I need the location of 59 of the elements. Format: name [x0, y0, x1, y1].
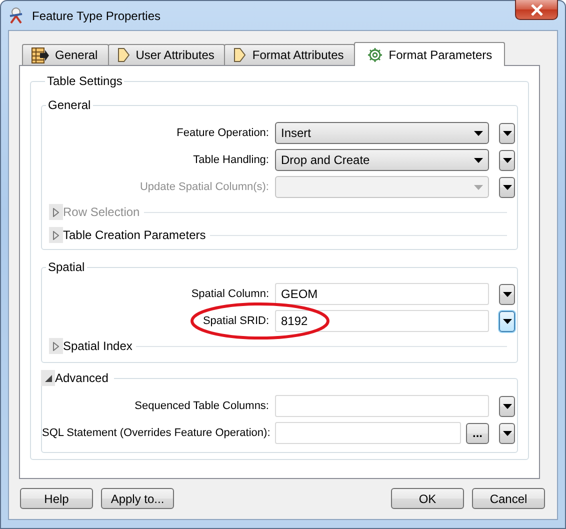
caret-icon — [474, 158, 483, 162]
dialog-button[interactable]: Apply to... — [101, 488, 174, 509]
expand-toggle[interactable] — [49, 338, 63, 354]
field-label: SQL Statement (Overrides Feature Operation): — [42, 427, 272, 439]
caret-icon — [502, 292, 512, 296]
app-icon — [8, 7, 25, 24]
tab[interactable]: General — [22, 44, 109, 65]
menu-button[interactable] — [499, 310, 515, 332]
table-arrow-icon — [31, 46, 49, 64]
caret-icon — [502, 430, 512, 436]
settings-icon — [366, 46, 383, 62]
group-header[interactable]: Advanced — [55, 371, 112, 385]
input-field[interactable]: 8192 — [275, 310, 489, 332]
window-title: Feature Type Properties — [32, 8, 161, 22]
field-label: Spatial SRID: — [202, 315, 270, 327]
group-header[interactable]: Spatial Index — [63, 339, 136, 353]
input-field[interactable]: GEOM — [275, 283, 489, 305]
arrow-icon — [116, 47, 130, 63]
dialog-button[interactable]: Help — [20, 488, 93, 509]
tab[interactable]: User Attributes — [108, 44, 226, 65]
caret-icon — [502, 404, 512, 408]
close-button[interactable] — [515, 0, 558, 20]
browse-button[interactable]: ... — [466, 422, 489, 444]
dialog-button[interactable]: Cancel — [472, 488, 545, 509]
caret-icon — [502, 130, 512, 136]
caret-icon — [502, 158, 512, 162]
caret-icon — [502, 318, 512, 324]
dropdown[interactable]: Drop and Create — [275, 149, 489, 171]
input-field[interactable] — [275, 422, 461, 444]
caret-icon — [474, 184, 483, 190]
field-label: Spatial Column: — [190, 288, 270, 300]
group-title: General — [48, 98, 91, 112]
tab[interactable]: Format Parameters — [354, 42, 506, 66]
arrow-icon — [233, 47, 246, 63]
menu-button[interactable] — [499, 422, 515, 444]
expand-toggle[interactable] — [41, 370, 55, 386]
close-icon — [530, 4, 544, 16]
dialog-button[interactable]: OK — [391, 488, 464, 509]
caret-icon — [474, 130, 483, 136]
field-label: Feature Operation: — [176, 127, 270, 139]
group-title: Spatial — [48, 260, 85, 274]
menu-button[interactable] — [499, 396, 515, 416]
field-label: Sequenced Table Columns: — [134, 400, 270, 412]
dropdown[interactable]: Insert — [275, 122, 489, 144]
field-label: Table Handling: — [192, 154, 270, 166]
field-label: Update Spatial Column(s): — [138, 181, 270, 193]
group-title: Table Settings — [47, 74, 122, 88]
group-header[interactable]: Table Creation Parameters — [63, 228, 210, 242]
menu-button[interactable] — [499, 284, 515, 304]
tab[interactable]: Format Attributes — [224, 44, 355, 65]
triangle-icon — [53, 208, 59, 216]
triangle-icon — [44, 374, 52, 382]
triangle-icon — [53, 230, 59, 240]
menu-button[interactable] — [499, 122, 515, 144]
input-field[interactable] — [275, 395, 489, 417]
triangle-icon — [53, 342, 59, 350]
caret-icon — [502, 184, 512, 190]
menu-button[interactable] — [499, 150, 515, 170]
expand-toggle[interactable] — [49, 227, 63, 243]
